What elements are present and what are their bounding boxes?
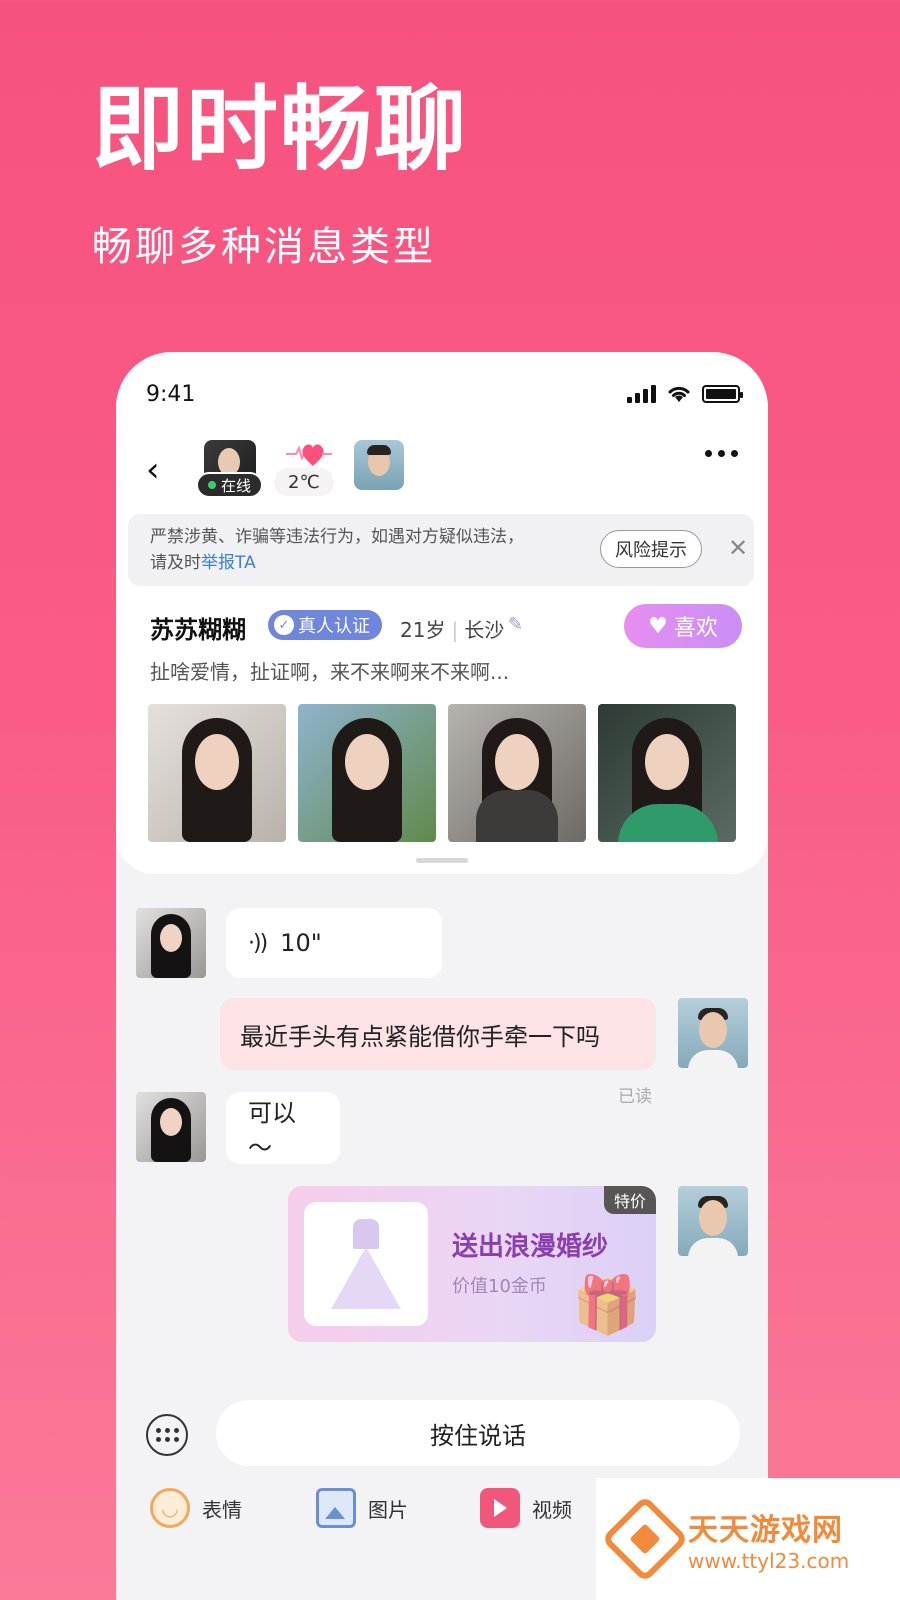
- drag-handle[interactable]: [416, 858, 468, 863]
- incoming-text-bubble[interactable]: 可以～: [226, 1092, 340, 1164]
- gift-value: 价值10金币: [452, 1276, 547, 1297]
- chat-header-panel: 9:41 ‹ 在线 2℃ 严禁涉黄、诈骗等违法行为，如遇对方疑似违法， 请及时举…: [116, 352, 768, 874]
- warning-text: 严禁涉黄、诈骗等违法行为，如遇对方疑似违法， 请及时举报TA: [150, 527, 524, 573]
- profile-age: 21岁: [400, 618, 446, 642]
- her-chat-avatar[interactable]: [136, 1092, 206, 1162]
- profile-city: 长沙: [464, 618, 505, 642]
- outgoing-text-bubble[interactable]: 最近手头有点紧能借你手牵一下吗: [220, 998, 656, 1070]
- safety-warning-bar: 严禁涉黄、诈骗等违法行为，如遇对方疑似违法， 请及时举报TA 风险提示 ✕: [128, 514, 754, 586]
- profile-photo[interactable]: [448, 704, 586, 842]
- emoji-tool[interactable]: ◡ 表情: [150, 1488, 242, 1528]
- voice-wave-icon: ·)): [248, 930, 268, 956]
- profile-meta: 21岁 | 长沙: [400, 618, 505, 642]
- profile-photo[interactable]: [298, 704, 436, 842]
- phone-mockup: 9:41 ‹ 在线 2℃ 严禁涉黄、诈骗等违法行为，如遇对方疑似违法， 请及时举…: [116, 352, 768, 1600]
- read-receipt: 已读: [618, 1087, 652, 1107]
- shield-check-icon: ✓: [274, 615, 294, 635]
- video-icon: [480, 1488, 520, 1528]
- her-chat-avatar[interactable]: [136, 908, 206, 978]
- site-logo-icon: [601, 1495, 689, 1583]
- my-chat-avatar[interactable]: [678, 998, 748, 1068]
- promo-subtitle: 畅聊多种消息类型: [92, 224, 436, 270]
- status-time: 9:41: [146, 382, 196, 407]
- heartbeat-icon: [286, 444, 332, 466]
- wedding-dress-image: [304, 1202, 428, 1326]
- online-status-badge: 在线: [196, 472, 264, 498]
- edit-pencil-icon[interactable]: ✎: [508, 614, 523, 635]
- promo-title: 即时畅聊: [92, 76, 469, 183]
- back-icon[interactable]: ‹: [146, 450, 160, 490]
- status-icons: [627, 384, 743, 404]
- smiley-icon: ◡: [150, 1488, 190, 1528]
- my-avatar-small[interactable]: [354, 440, 404, 490]
- keyboard-icon[interactable]: [146, 1414, 188, 1456]
- heart-plus-icon: ♥: [648, 613, 668, 639]
- online-label: 在线: [221, 476, 252, 495]
- input-bar: 按住说话: [116, 1392, 768, 1472]
- video-tool[interactable]: 视频: [480, 1488, 572, 1528]
- special-price-tag: 特价: [603, 1186, 656, 1214]
- gift-box-icon: 🎁: [572, 1273, 642, 1338]
- voice-message-bubble[interactable]: ·)) 10": [226, 908, 442, 978]
- risk-tips-button[interactable]: 风险提示: [600, 530, 702, 568]
- voice-duration: 10": [280, 929, 322, 957]
- wifi-icon: [668, 386, 690, 402]
- verified-badge: ✓ 真人认证: [268, 610, 382, 640]
- report-link[interactable]: 举报TA: [201, 553, 256, 573]
- battery-icon: [702, 385, 743, 403]
- site-watermark: 天天游戏网 www.ttyl23.com: [596, 1478, 900, 1600]
- profile-bio: 扯啥爱情，扯证啊，来不来啊来不来啊...: [150, 660, 510, 684]
- profile-photo[interactable]: [148, 704, 286, 842]
- image-icon: [316, 1488, 356, 1528]
- like-button[interactable]: ♥ 喜欢: [624, 604, 742, 648]
- close-icon[interactable]: ✕: [728, 534, 748, 562]
- profile-photos: [148, 704, 736, 842]
- watermark-name: 天天游戏网: [688, 1513, 843, 1548]
- hold-to-talk-button[interactable]: 按住说话: [216, 1400, 740, 1466]
- more-options-icon[interactable]: [705, 450, 738, 457]
- image-tool[interactable]: 图片: [316, 1488, 408, 1528]
- profile-name: 苏苏糊糊: [150, 616, 246, 644]
- online-dot-icon: [208, 481, 216, 489]
- gift-message-card[interactable]: 送出浪漫婚纱 价值10金币 特价 🎁: [288, 1186, 656, 1342]
- watermark-url: www.ttyl23.com: [688, 1549, 850, 1573]
- profile-photo[interactable]: [598, 704, 736, 842]
- signal-icon: [627, 385, 656, 403]
- intimacy-temperature: 2℃: [274, 468, 334, 496]
- my-chat-avatar[interactable]: [678, 1186, 748, 1256]
- gift-title: 送出浪漫婚纱: [452, 1232, 609, 1262]
